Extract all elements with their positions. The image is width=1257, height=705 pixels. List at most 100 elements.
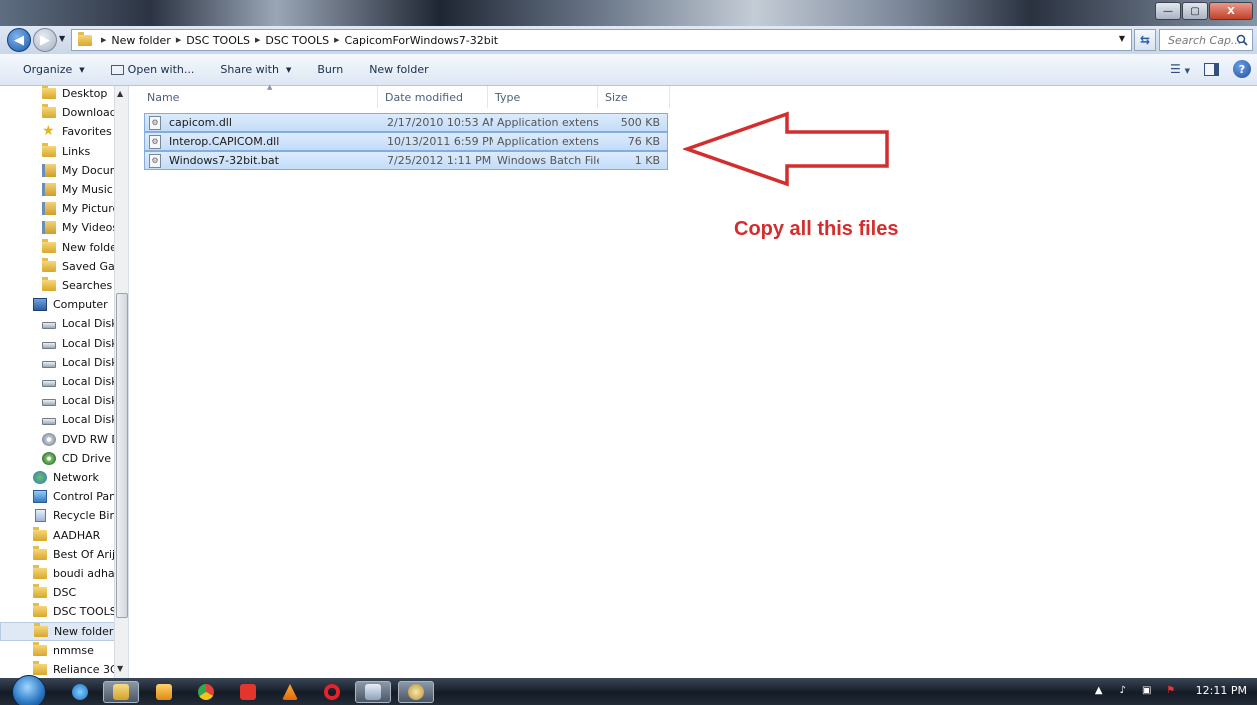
taskbar-explorer-button[interactable] (103, 681, 139, 703)
back-button[interactable]: ◀ (7, 28, 31, 52)
share-with-button[interactable]: Share with ▼ (210, 63, 301, 76)
dll-file-icon: ⚙ (149, 134, 161, 149)
address-bar[interactable]: ▶ New folder ▶ DSC TOOLS ▶ DSC TOOLS ▶ C… (71, 29, 1132, 51)
nav-item[interactable]: DVD RW Drive (0, 430, 115, 449)
view-options-icon[interactable]: ☰ ▼ (1170, 62, 1190, 76)
library-icon (42, 163, 56, 177)
nav-item[interactable]: New folder (0, 621, 115, 641)
cd-icon (42, 451, 56, 465)
column-header-size[interactable]: Size (598, 86, 670, 108)
volume-icon[interactable]: ♪ (1116, 683, 1130, 697)
scroll-down-arrow[interactable]: ▼ (117, 664, 123, 673)
nav-item[interactable]: My Documents (0, 161, 115, 180)
search-icon[interactable] (1236, 34, 1248, 46)
library-icon (42, 221, 56, 235)
window-icon (365, 684, 381, 700)
nav-item[interactable]: Saved Games (0, 257, 115, 276)
taskbar-media-button[interactable] (146, 681, 182, 703)
help-icon[interactable]: ? (1233, 60, 1251, 78)
nav-item[interactable]: Local Disk (0, 372, 115, 391)
nav-item[interactable]: nmmse (0, 641, 115, 660)
network-status-icon[interactable]: ▣ (1140, 683, 1154, 697)
column-header-type[interactable]: Type (488, 86, 598, 108)
scroll-up-arrow[interactable]: ▲ (117, 89, 123, 98)
show-hidden-icons-icon[interactable]: ▲ (1092, 683, 1106, 697)
nav-item[interactable]: DSC TOOLS (0, 602, 115, 621)
nav-item[interactable]: boudi adhar (0, 564, 115, 583)
chevron-right-icon[interactable]: ▶ (334, 36, 339, 44)
taskbar-vlc-button[interactable] (272, 681, 308, 703)
nav-item[interactable]: Local Disk (0, 410, 115, 429)
file-row[interactable]: ⚙ Windows7-32bit.bat 7/25/2012 1:11 PM W… (144, 151, 668, 170)
folder-icon (33, 545, 47, 560)
nav-item[interactable]: My Music (0, 180, 115, 199)
file-row[interactable]: ⚙ Interop.CAPICOM.dll 10/13/2011 6:59 PM… (144, 132, 668, 151)
nav-item[interactable]: Reliance 3G (0, 660, 115, 678)
nav-item[interactable]: Network (0, 468, 115, 487)
start-button[interactable] (12, 675, 46, 705)
column-header-date[interactable]: Date modified (378, 86, 488, 108)
navigation-pane[interactable]: Desktop Download ★ Favorites Links My Documen… (0, 86, 129, 678)
breadcrumb-item[interactable]: CapicomForWindows7-32bit (345, 34, 499, 47)
nav-item[interactable]: DSC (0, 583, 115, 602)
breadcrumb-item[interactable]: New folder (111, 34, 170, 47)
new-folder-button[interactable]: New folder (359, 63, 438, 76)
chevron-right-icon[interactable]: ▶ (255, 36, 260, 44)
computer-icon (33, 298, 47, 312)
nav-item[interactable]: Searches (0, 276, 115, 295)
taskbar-paint-button[interactable] (398, 681, 434, 703)
file-row[interactable]: ⚙ capicom.dll 2/17/2010 10:53 AM Applica… (144, 113, 668, 132)
nav-item[interactable]: Local Disk (0, 391, 115, 410)
nav-item[interactable]: My Videos (0, 218, 115, 237)
clock[interactable]: 12:11 PM (1196, 684, 1247, 697)
column-header-name[interactable]: Name (140, 86, 378, 108)
nav-item[interactable]: Local Disk (0, 353, 115, 372)
nav-scrollbar[interactable]: ▲ ▼ (114, 86, 128, 678)
action-center-icon[interactable]: ⚑ (1164, 683, 1178, 697)
burn-button[interactable]: Burn (307, 63, 353, 76)
refresh-button[interactable]: ⇆ (1134, 29, 1156, 51)
taskbar-opera-button[interactable] (314, 681, 350, 703)
nav-item[interactable]: Computer (0, 295, 115, 314)
nav-item[interactable]: AADHAR (0, 526, 115, 545)
nav-item[interactable]: ★ Favorites (0, 122, 115, 141)
close-button[interactable]: X (1209, 2, 1253, 20)
nav-item[interactable]: Recycle Bin (0, 506, 115, 525)
nav-item[interactable]: Control Panel (0, 487, 115, 506)
title-bar[interactable]: — ▢ X (0, 0, 1257, 26)
nav-item[interactable]: CD Drive (J:) (0, 449, 115, 468)
recent-pages-dropdown[interactable]: ▼ (59, 34, 65, 43)
nav-item-label: My Documents (62, 163, 115, 177)
taskbar-app-button[interactable] (355, 681, 391, 703)
nav-item[interactable]: Download (0, 103, 115, 122)
nav-item[interactable]: My Pictures (0, 199, 115, 218)
minimize-button[interactable]: — (1155, 2, 1181, 20)
folder-icon (33, 584, 47, 599)
taskbar-ie-button[interactable] (62, 681, 98, 703)
nav-item-label: My Videos (62, 221, 115, 235)
nav-item[interactable]: New folder (0, 238, 115, 257)
preview-pane-icon[interactable] (1204, 62, 1219, 76)
nav-item[interactable]: Links (0, 142, 115, 161)
chevron-right-icon[interactable]: ▶ (101, 36, 106, 44)
chevron-down-icon[interactable]: ▼ (1119, 34, 1125, 43)
maximize-button[interactable]: ▢ (1182, 2, 1208, 20)
nav-item[interactable]: Desktop (0, 86, 115, 103)
breadcrumb-item[interactable]: DSC TOOLS (186, 34, 250, 47)
folder-icon (42, 277, 56, 291)
media-player-icon (156, 684, 172, 700)
nav-item[interactable]: Best Of Arijit (0, 545, 115, 564)
star-icon: ★ (42, 123, 55, 140)
taskbar-chrome-button[interactable] (188, 681, 224, 703)
chevron-right-icon[interactable]: ▶ (176, 36, 181, 44)
nav-item-label: Local Disk (62, 413, 115, 427)
nav-item[interactable]: Local Disk (0, 334, 115, 353)
nav-item[interactable]: Local Disk (0, 314, 115, 333)
breadcrumb-item[interactable]: DSC TOOLS (265, 34, 329, 47)
open-with-button[interactable]: Open with... (101, 63, 205, 76)
scroll-thumb[interactable] (116, 293, 128, 618)
taskbar-downloader-button[interactable] (230, 681, 266, 703)
search-input[interactable]: Search Cap... (1159, 29, 1253, 51)
organize-button[interactable]: Organize ▼ (13, 63, 95, 76)
forward-button[interactable]: ▶ (33, 28, 57, 52)
